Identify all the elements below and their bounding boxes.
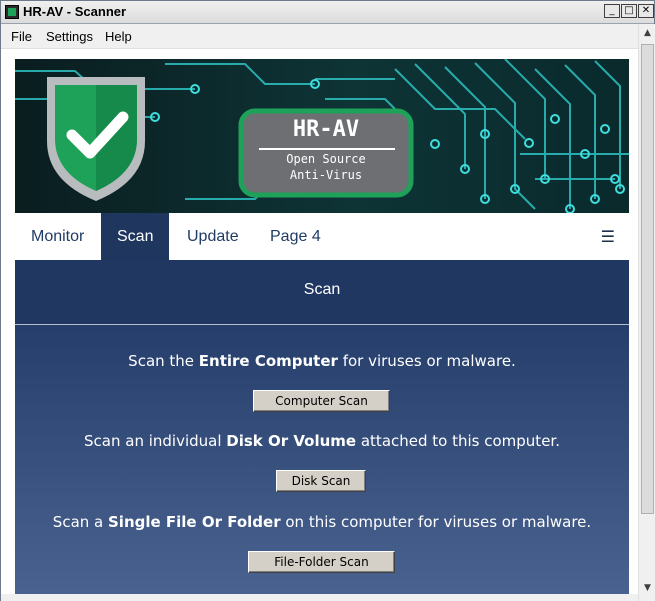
menu-bar: File Settings Help — [1, 24, 638, 49]
disk-scan-button[interactable]: Disk Scan — [276, 470, 366, 492]
tab-scan[interactable]: Scan — [101, 213, 170, 260]
menu-settings[interactable]: Settings — [46, 29, 93, 44]
window-title: HR-AV - Scanner — [23, 4, 127, 19]
maximize-button[interactable]: □ — [621, 4, 637, 18]
scan-panel: Scan the Entire Computer for viruses or … — [15, 325, 629, 599]
hamburger-menu-icon[interactable]: ☰ — [601, 213, 615, 260]
section-header: Scan — [15, 260, 629, 325]
minimize-button[interactable]: _ — [604, 4, 620, 18]
tab-update[interactable]: Update — [171, 213, 255, 260]
disk-volume-description: Scan an individual Disk Or Volume attach… — [84, 432, 560, 450]
vertical-scrollbar[interactable]: ▲ ▼ — [638, 24, 655, 601]
menu-help[interactable]: Help — [105, 29, 132, 44]
logo-subtitle-line1: Open Source — [286, 152, 366, 166]
entire-computer-description: Scan the Entire Computer for viruses or … — [128, 352, 516, 370]
app-icon — [5, 5, 19, 19]
title-bar[interactable]: HR-AV - Scanner _ □ ✕ — [1, 1, 654, 24]
menu-file[interactable]: File — [11, 29, 32, 44]
close-button[interactable]: ✕ — [638, 4, 654, 18]
scrollbar-thumb[interactable] — [641, 44, 654, 514]
file-folder-description: Scan a Single File Or Folder on this com… — [52, 513, 592, 531]
section-title: Scan — [303, 281, 341, 298]
tab-bar: Monitor Scan Update Page 4 ☰ — [15, 213, 629, 260]
main-content: HR-AV Open Source Anti-Virus Monitor Sca… — [15, 59, 629, 599]
file-folder-scan-button[interactable]: File-Folder Scan — [248, 551, 395, 573]
tab-page-4[interactable]: Page 4 — [254, 213, 337, 260]
scroll-up-arrow-icon[interactable]: ▲ — [641, 26, 654, 40]
tab-monitor[interactable]: Monitor — [15, 213, 100, 260]
app-window: HR-AV - Scanner _ □ ✕ File Settings Help — [0, 0, 655, 601]
horizontal-scrollbar-track — [1, 594, 638, 601]
logo-subtitle-line2: Anti-Virus — [289, 168, 363, 182]
header-banner: HR-AV Open Source Anti-Virus — [15, 59, 629, 213]
computer-scan-button[interactable]: Computer Scan — [253, 390, 390, 412]
logo-title: HR-AV — [292, 117, 360, 142]
scroll-down-arrow-icon[interactable]: ▼ — [641, 581, 654, 595]
